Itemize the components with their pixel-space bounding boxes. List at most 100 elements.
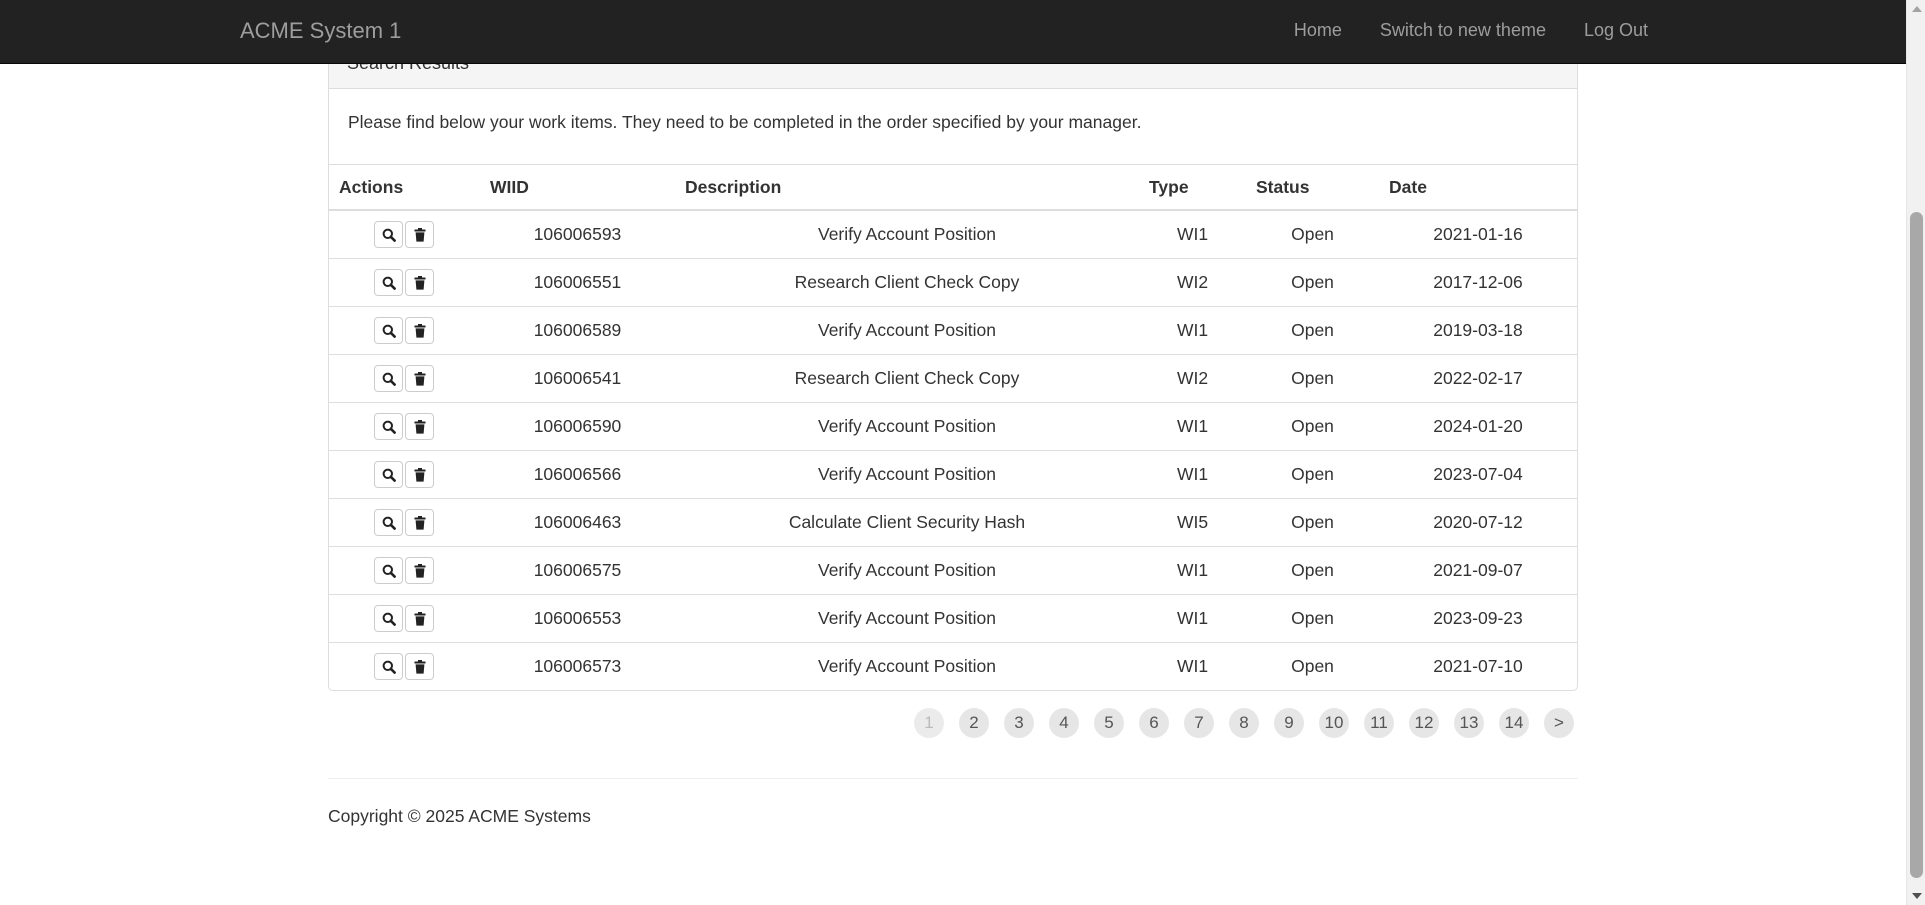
actions-cell — [329, 546, 480, 595]
delete-button[interactable] — [405, 220, 434, 248]
page-next-button[interactable]: > — [1544, 708, 1574, 738]
date-cell: 2019-03-18 — [1379, 306, 1577, 355]
nav-logout-link[interactable]: Log Out — [1565, 0, 1667, 64]
page-button-12[interactable]: 12 — [1409, 708, 1439, 738]
table-row: 106006551 Research Client Check Copy WI2 Op… — [329, 258, 1577, 307]
nav-links: Home Switch to new theme Log Out — [1275, 0, 1667, 64]
description-cell: Verify Account Position — [817, 655, 997, 676]
status-cell: Open — [1246, 450, 1379, 499]
nav-switch-theme-link[interactable]: Switch to new theme — [1361, 0, 1565, 64]
view-button[interactable] — [374, 364, 403, 392]
table-header-row: Actions WIID Description Type Status Dat… — [329, 165, 1577, 211]
actions-cell — [329, 642, 480, 690]
view-button[interactable] — [374, 652, 403, 680]
page-button-1[interactable]: 1 — [914, 708, 944, 738]
view-button[interactable] — [374, 412, 403, 440]
panel-intro-text: Please find below your work items. They … — [329, 89, 1577, 165]
page-button-3[interactable]: 3 — [1004, 708, 1034, 738]
view-button[interactable] — [374, 316, 403, 344]
search-results-panel: Search Results Please find below your wo… — [328, 36, 1578, 691]
wiid-cell: 106006593 — [480, 210, 675, 259]
type-cell: WI1 — [1176, 655, 1209, 676]
navbar: ACME System 1 Home Switch to new theme L… — [0, 0, 1906, 64]
status-cell: Open — [1291, 655, 1334, 676]
scroll-up-arrow[interactable] — [1912, 6, 1922, 12]
type-cell: WI1 — [1139, 402, 1246, 451]
page-button-13[interactable]: 13 — [1454, 708, 1484, 738]
footer-divider — [328, 778, 1578, 779]
table-row: 106006553 Verify Account Position WI1 Open 2… — [329, 594, 1577, 643]
header-type: Type — [1139, 165, 1246, 211]
table-body: 106006593 Verify Account Position WI1 Open 2… — [329, 210, 1577, 690]
actions-cell — [329, 306, 480, 355]
scroll-thumb[interactable] — [1910, 212, 1923, 878]
page-button-8[interactable]: 8 — [1229, 708, 1259, 738]
scroll-down-arrow[interactable] — [1912, 893, 1922, 899]
wiid-cell: 106006541 — [480, 354, 675, 403]
description-cell: Verify Account Position — [675, 546, 1139, 595]
page-button-4[interactable]: 4 — [1049, 708, 1079, 738]
delete-button[interactable] — [405, 268, 434, 296]
wiid-cell: 106006463 — [480, 498, 675, 547]
table-row: 106006589 Verify Account Position WI1 Open 2… — [329, 306, 1577, 355]
delete-button[interactable] — [405, 316, 434, 344]
page-button-6[interactable]: 6 — [1139, 708, 1169, 738]
description-cell: Calculate Client Security Hash — [675, 498, 1139, 547]
type-cell: WI2 — [1139, 258, 1246, 307]
page-button-10[interactable]: 10 — [1319, 708, 1349, 738]
brand-title[interactable]: ACME System 1 — [240, 18, 401, 44]
work-items-table: Actions WIID Description Type Status Dat… — [329, 165, 1577, 690]
actions-cell — [329, 354, 480, 403]
delete-button[interactable] — [405, 364, 434, 392]
delete-button[interactable] — [405, 652, 434, 680]
date-cell: 2021-09-07 — [1379, 546, 1577, 595]
header-date: Date — [1379, 165, 1577, 211]
actions-cell — [329, 498, 480, 547]
date-cell: 2023-07-04 — [1379, 450, 1577, 499]
page-button-11[interactable]: 11 — [1364, 708, 1394, 738]
delete-button[interactable] — [405, 412, 434, 440]
pagination: 1 2 3 4 5 6 7 8 9 10 11 12 13 14 > — [914, 708, 1574, 738]
status-cell: Open — [1246, 258, 1379, 307]
delete-button[interactable] — [405, 556, 434, 584]
page-button-9[interactable]: 9 — [1274, 708, 1304, 738]
type-cell: WI2 — [1139, 354, 1246, 403]
delete-button[interactable] — [405, 604, 434, 632]
view-button[interactable] — [374, 604, 403, 632]
page-button-2[interactable]: 2 — [959, 708, 989, 738]
description-cell: Verify Account Position — [675, 210, 1139, 259]
view-button[interactable] — [374, 268, 403, 296]
type-cell: WI5 — [1139, 498, 1246, 547]
header-wiid: WIID — [480, 165, 675, 211]
delete-button[interactable] — [405, 508, 434, 536]
description-cell: Verify Account Position — [675, 306, 1139, 355]
type-cell: WI1 — [1139, 546, 1246, 595]
status-cell: Open — [1246, 546, 1379, 595]
actions-cell — [329, 402, 480, 451]
page-button-14[interactable]: 14 — [1499, 708, 1529, 738]
view-button[interactable] — [374, 460, 403, 488]
description-cell: Verify Account Position — [675, 450, 1139, 499]
header-description: Description — [675, 165, 1139, 211]
wiid-cell: 106006566 — [480, 450, 675, 499]
wiid-cell: 106006551 — [480, 258, 675, 307]
date-cell: 2021-01-16 — [1379, 210, 1577, 259]
table-row: 106006463 Calculate Client Security Hash W… — [329, 498, 1577, 547]
description-cell: Verify Account Position — [675, 402, 1139, 451]
nav-home-link[interactable]: Home — [1275, 0, 1361, 64]
type-cell: WI1 — [1139, 210, 1246, 259]
description-cell: Research Client Check Copy — [675, 354, 1139, 403]
delete-button[interactable] — [405, 460, 434, 488]
page-scrollbar[interactable] — [1906, 0, 1925, 905]
header-actions: Actions — [329, 165, 480, 211]
page-button-7[interactable]: 7 — [1184, 708, 1214, 738]
status-cell: Open — [1246, 354, 1379, 403]
type-cell: WI1 — [1139, 450, 1246, 499]
status-cell: Open — [1246, 306, 1379, 355]
view-button[interactable] — [374, 220, 403, 248]
view-button[interactable] — [374, 508, 403, 536]
view-button[interactable] — [374, 556, 403, 584]
page-button-5[interactable]: 5 — [1094, 708, 1124, 738]
date-cell: 2024-01-20 — [1379, 402, 1577, 451]
copyright-text: Copyright © 2025 ACME Systems — [328, 806, 591, 826]
